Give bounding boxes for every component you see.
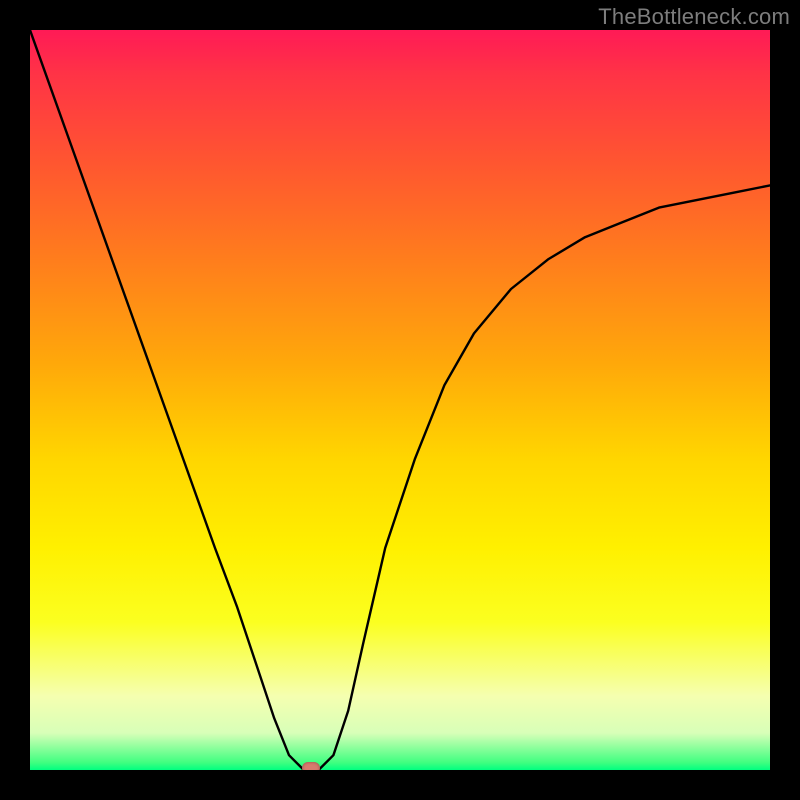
curve-svg xyxy=(30,30,770,770)
optimum-marker xyxy=(302,762,320,770)
plot-area xyxy=(30,30,770,770)
bottleneck-curve xyxy=(30,30,770,770)
watermark-text: TheBottleneck.com xyxy=(598,4,790,30)
chart-frame: TheBottleneck.com xyxy=(0,0,800,800)
